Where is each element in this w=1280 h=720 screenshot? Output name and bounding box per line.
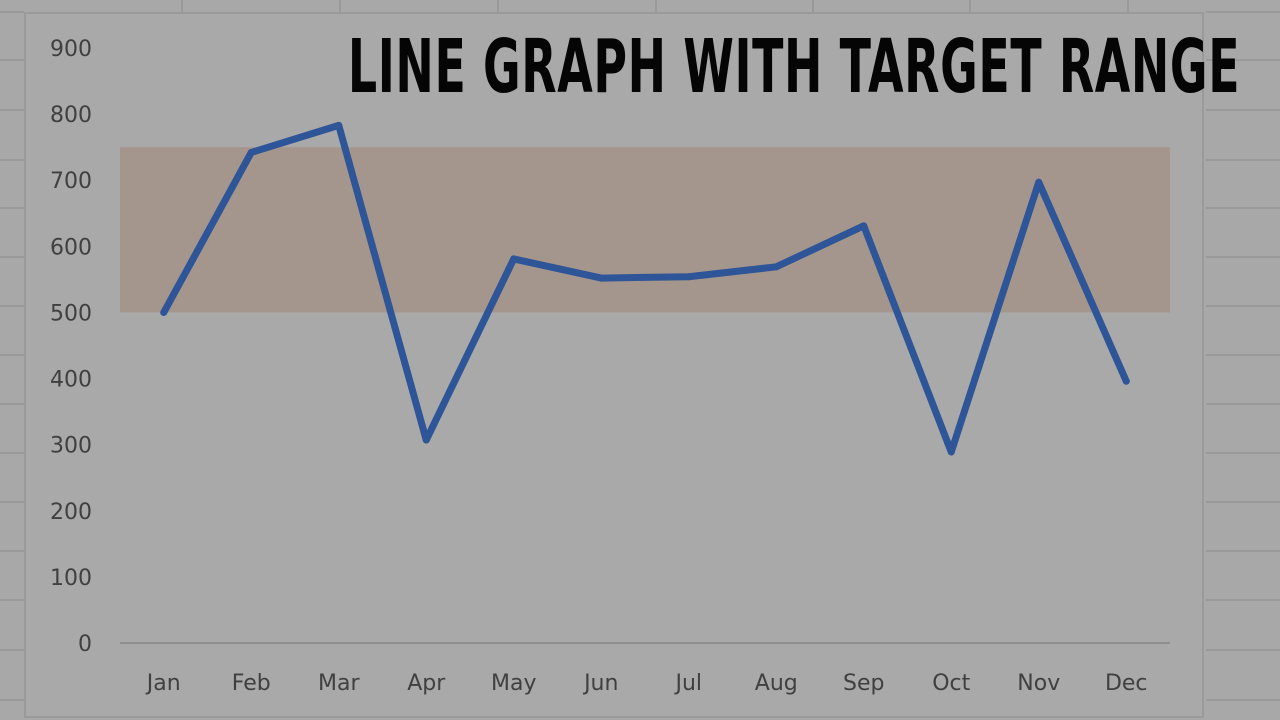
target-range-band (120, 147, 1170, 313)
y-tick-label: 100 (50, 566, 92, 591)
x-tick-label: Aug (755, 671, 798, 696)
data-point[interactable] (772, 263, 780, 271)
y-tick-label: 300 (50, 434, 92, 459)
data-point[interactable] (422, 436, 430, 444)
data-point[interactable] (160, 308, 168, 316)
data-point[interactable] (247, 148, 255, 156)
data-point[interactable] (335, 121, 343, 129)
x-tick-label: Sep (843, 671, 884, 696)
x-tick-label: Nov (1017, 671, 1060, 696)
y-tick-label: 500 (50, 301, 92, 326)
x-tick-label: Dec (1105, 671, 1148, 696)
y-tick-label: 900 (50, 37, 92, 62)
data-point[interactable] (947, 448, 955, 456)
x-tick-label: Jun (582, 671, 618, 696)
y-tick-label: 200 (50, 500, 92, 525)
data-point[interactable] (597, 274, 605, 282)
data-point[interactable] (685, 273, 693, 281)
chart-title: LINE GRAPH WITH TARGET RANGE (347, 24, 1240, 110)
x-tick-label: Feb (232, 671, 271, 696)
y-tick-label: 800 (50, 103, 92, 128)
x-tick-label: May (491, 671, 536, 696)
x-tick-label: Oct (932, 671, 970, 696)
x-tick-label: Jul (673, 671, 702, 696)
y-tick-label: 700 (50, 169, 92, 194)
y-tick-label: 400 (50, 368, 92, 393)
data-point[interactable] (860, 222, 868, 230)
x-tick-label: Mar (318, 671, 360, 696)
y-tick-label: 0 (78, 632, 92, 657)
y-tick-label: 600 (50, 235, 92, 260)
x-tick-label: Jan (145, 671, 181, 696)
data-point[interactable] (1122, 377, 1130, 385)
x-tick-label: Apr (407, 671, 446, 696)
data-point[interactable] (1035, 178, 1043, 186)
data-point[interactable] (510, 255, 518, 263)
